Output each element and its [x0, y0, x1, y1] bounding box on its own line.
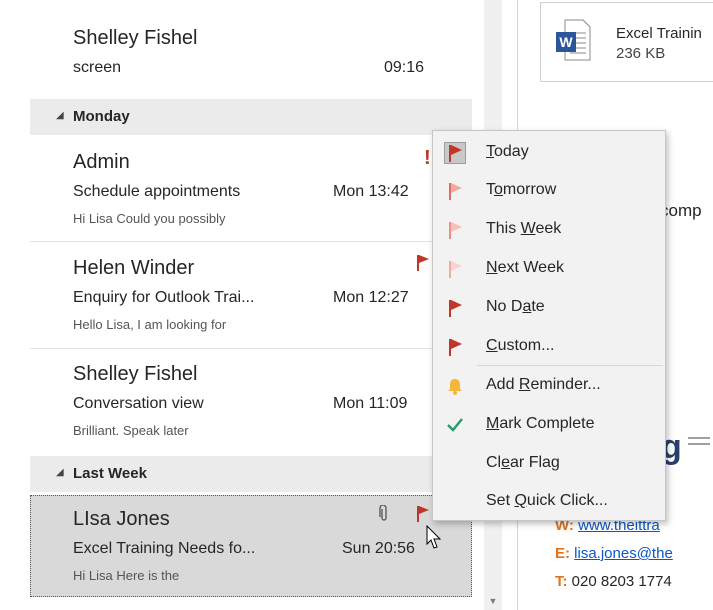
received-time: Sun 20:56 — [342, 540, 415, 557]
menu-item-add-reminder[interactable]: Add Reminder... — [433, 366, 665, 405]
received-time: Mon 11:09 — [333, 395, 408, 412]
menu-label: Custom... — [486, 337, 555, 354]
email-line: E: lisa.jones@the — [555, 545, 673, 562]
checkmark-icon — [447, 418, 463, 432]
menu-item-mark-complete[interactable]: Mark Complete — [433, 405, 665, 444]
email-link[interactable]: lisa.jones@the — [574, 545, 673, 562]
sender-name: LIsa Jones — [73, 508, 170, 530]
menu-label: Today — [486, 143, 529, 160]
menu-item-today[interactable]: Today — [433, 133, 665, 172]
flag-icon[interactable] — [416, 254, 430, 272]
logo-tagline — [688, 434, 710, 450]
menu-item-custom[interactable]: Custom... — [433, 327, 665, 366]
left-gutter — [0, 0, 30, 610]
menu-item-this-week[interactable]: This Week — [433, 210, 665, 249]
mouse-cursor-icon — [426, 525, 442, 549]
flag-no-date-icon — [449, 300, 462, 317]
phone-line: T: 020 8203 1774 — [555, 573, 672, 590]
flag-this-week-icon — [449, 222, 462, 239]
preview: Hi Lisa Could you possibly — [73, 211, 226, 226]
received-time: Mon 13:42 — [333, 183, 409, 200]
attachment-size: 236 KB — [616, 45, 666, 62]
menu-label: No Date — [486, 298, 545, 315]
subject: Schedule appointments — [73, 183, 241, 200]
collapse-triangle-icon[interactable]: ◢ — [56, 467, 64, 478]
bell-icon — [448, 379, 462, 395]
flag-custom-icon — [449, 339, 462, 356]
phone-number: 020 8203 1774 — [571, 573, 672, 590]
attachment-name: Excel Trainin — [616, 25, 702, 42]
word-document-icon: W — [556, 19, 591, 61]
email-body-text: comp — [660, 201, 702, 220]
sender-name: Shelley Fishel — [73, 27, 198, 49]
list-item[interactable]: Helen Winder Enquiry for Outlook Trai...… — [30, 242, 472, 348]
sender-name: Admin — [73, 151, 130, 173]
group-label: Monday — [73, 108, 130, 125]
scroll-down-arrow-icon[interactable]: ▼ — [484, 594, 502, 608]
sender-name: Shelley Fishel — [73, 363, 198, 385]
preview: Brilliant. Speak later — [73, 423, 189, 438]
menu-label: Clear Flag — [486, 454, 560, 471]
flag-icon[interactable] — [416, 505, 430, 523]
received-time: 09:16 — [384, 59, 425, 76]
subject: Conversation view — [73, 395, 204, 412]
subject: screen — [73, 59, 122, 76]
menu-item-next-week[interactable]: Next Week — [433, 249, 665, 288]
collapse-triangle-icon[interactable]: ◢ — [56, 110, 64, 121]
group-header-monday[interactable]: ◢ Monday — [30, 99, 472, 135]
menu-label: Tomorrow — [486, 181, 557, 198]
menu-item-tomorrow[interactable]: Tomorrow — [433, 171, 665, 210]
list-item[interactable]: Shelley Fishel screen 09:16 — [30, 0, 472, 96]
subject: Enquiry for Outlook Trai... — [73, 289, 255, 306]
sender-name: Helen Winder — [73, 257, 195, 279]
list-item[interactable]: Admin Schedule appointments Hi Lisa Coul… — [30, 135, 472, 235]
menu-label: Mark Complete — [486, 415, 595, 432]
svg-text:W: W — [559, 34, 573, 50]
preview: Hi Lisa Here is the — [73, 568, 180, 583]
flag-today-icon — [444, 142, 466, 164]
menu-item-no-date[interactable]: No Date — [433, 288, 665, 327]
menu-label: Next Week — [486, 259, 564, 276]
received-time: Mon 12:27 — [333, 289, 409, 306]
list-item-selected[interactable]: LIsa Jones Excel Training Needs fo... Hi… — [30, 495, 472, 597]
flag-next-week-icon — [449, 261, 462, 278]
message-list[interactable]: Shelley Fishel screen 09:16 ◢ Monday Adm… — [30, 0, 472, 610]
flag-tomorrow-icon — [449, 183, 462, 200]
group-header-last-week[interactable]: ◢ Last Week — [30, 456, 472, 492]
group-label: Last Week — [73, 465, 147, 482]
follow-up-context-menu[interactable]: Today Tomorrow This Week Next Week No Da… — [432, 130, 666, 521]
paperclip-icon — [379, 505, 387, 521]
menu-label: Add Reminder... — [486, 376, 601, 393]
menu-item-clear-flag[interactable]: Clear Flag — [433, 444, 665, 483]
menu-label: Set Quick Click... — [486, 492, 608, 509]
menu-item-set-quick-click[interactable]: Set Quick Click... — [433, 482, 665, 521]
subject: Excel Training Needs fo... — [73, 540, 256, 557]
high-importance-icon: ! — [424, 147, 431, 169]
preview: Hello Lisa, I am looking for — [73, 317, 227, 332]
list-item[interactable]: Shelley Fishel Conversation view Brillia… — [30, 349, 472, 455]
menu-label: This Week — [486, 220, 562, 237]
attachment[interactable]: W Excel Trainin 236 KB — [540, 2, 713, 82]
